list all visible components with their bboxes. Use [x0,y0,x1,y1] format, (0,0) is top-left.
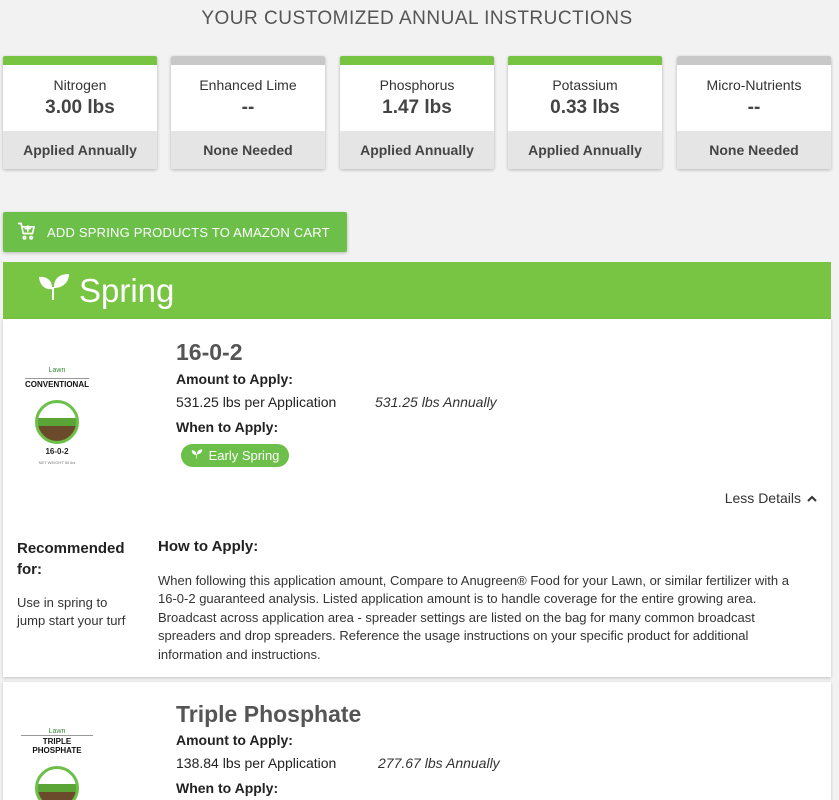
nutrient-value: 1.47 lbs [382,97,452,118]
nutrient-card-micro-nutrients: Micro-Nutrients -- None Needed [677,56,831,169]
recommended-text: Use in spring to jump start your turf [17,595,126,628]
cart-button-label: ADD SPRING PRODUCTS TO AMAZON CART [47,224,330,240]
bag-brand: Lawn [48,367,66,374]
bag-type: TRIPLE PHOSPHATE [21,735,93,755]
when-badge-label: Early Spring [208,448,280,463]
sprout-icon [191,448,209,463]
product-title: Triple Phosphate [176,701,362,727]
nutrient-value: 0.33 lbs [550,97,620,118]
amount-annually: 531.25 lbs Annually [375,394,497,410]
bag-grass-emblem [35,766,79,800]
nutrient-card-potassium: Potassium 0.33 lbs Applied Annually [508,56,662,169]
nutrient-card-phosphorus: Phosphorus 1.47 lbs Applied Annually [340,56,494,169]
nutrient-card-enhanced-lime: Enhanced Lime -- None Needed [171,56,325,169]
card-status-bar [677,56,831,65]
nutrient-status: Applied Annually [340,131,494,169]
nutrient-card-nitrogen: Nitrogen 3.00 lbs Applied Annually [3,56,157,169]
page-title: YOUR CUSTOMIZED ANNUAL INSTRUCTIONS [201,8,633,29]
product-bag-image: Lawn TRIPLE PHOSPHATE [21,728,93,800]
amount-per-application: 531.25 lbs per Application [176,394,337,410]
nutrient-value: -- [241,97,255,118]
add-to-amazon-cart-button[interactable]: ADD SPRING PRODUCTS TO AMAZON CART [3,212,347,252]
nutrient-status: Applied Annually [3,131,157,169]
nutrient-name: Nitrogen [53,77,107,93]
card-status-bar [508,56,662,65]
nutrient-name: Enhanced Lime [199,77,297,93]
amount-annually: 277.67 lbs Annually [378,755,500,771]
bag-brand: Lawn [48,728,66,735]
chevron-up-icon [801,490,817,506]
nutrient-name: Micro-Nutrients [706,77,802,93]
less-details-toggle[interactable]: Less Details [725,490,817,506]
card-status-bar [3,56,157,65]
how-to-apply-text: When following this application amount, … [158,573,789,662]
nutrient-name: Potassium [552,77,618,93]
sprout-icon [37,272,79,310]
product-title: 16-0-2 [176,339,243,365]
nutrient-value: 3.00 lbs [45,97,115,118]
product-card: Lawn CONVENTIONAL 16-0-2 NET WEIGHT 50 l… [3,319,831,677]
bag-net-weight: NET WEIGHT 50 lbs [38,460,76,465]
amount-label: Amount to Apply: [176,371,293,387]
when-label: When to Apply: [176,419,279,435]
amount-label: Amount to Apply: [176,732,293,748]
product-bag-image: Lawn CONVENTIONAL 16-0-2 NET WEIGHT 50 l… [21,367,93,465]
when-badge: Early Spring [181,444,289,467]
season-header-spring: Spring [3,262,831,319]
nutrient-value: -- [747,97,761,118]
bag-grass-emblem [35,400,79,444]
nutrient-name: Phosphorus [379,77,455,93]
when-label: When to Apply: [176,780,279,796]
card-status-bar [340,56,494,65]
amount-per-application: 138.84 lbs per Application [176,755,337,771]
bag-code: 16-0-2 [45,447,69,456]
cart-plus-icon [17,221,47,244]
nutrient-status: Applied Annually [508,131,662,169]
page: YOUR CUSTOMIZED ANNUAL INSTRUCTIONS Nitr… [0,0,839,800]
nutrient-status: None Needed [677,131,831,169]
card-status-bar [171,56,325,65]
less-details-label: Less Details [724,490,801,506]
recommended-title: Recommended for: [17,540,125,578]
how-to-apply-title: How to Apply: [158,538,259,555]
season-label: Spring [79,271,175,309]
bag-type: CONVENTIONAL [25,378,89,389]
nutrient-status: None Needed [171,131,325,169]
product-card: Lawn TRIPLE PHOSPHATE Triple Phosphate A… [3,682,831,800]
